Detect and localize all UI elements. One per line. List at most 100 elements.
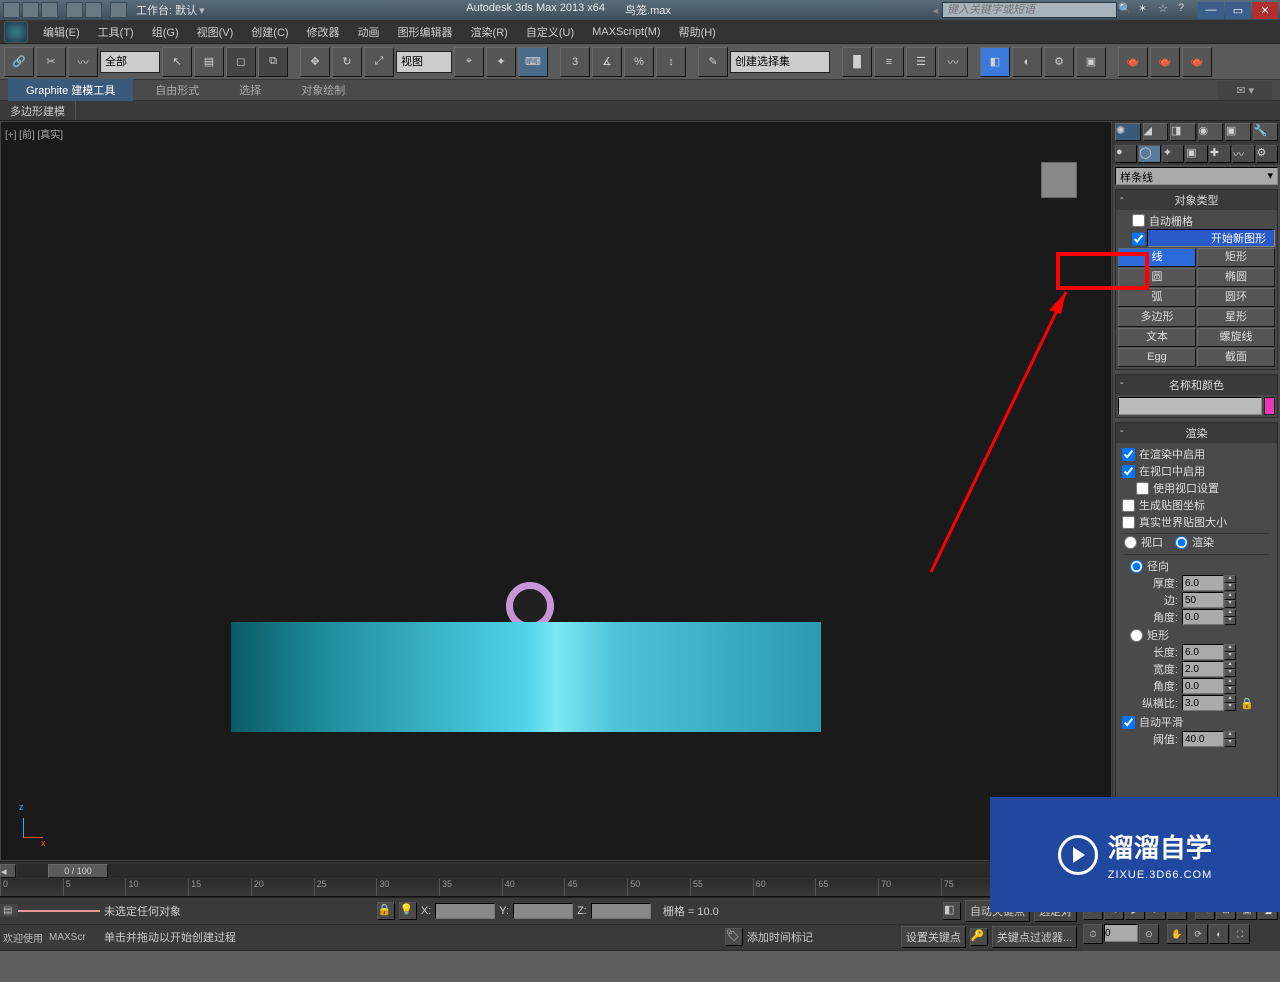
sub-cameras-icon[interactable]: ▣ — [1185, 145, 1207, 163]
sub-systems-icon[interactable]: ⚙ — [1256, 145, 1278, 163]
sub-shapes-icon[interactable]: ◯ — [1138, 145, 1160, 163]
angle2-spinner[interactable]: ▴▾ — [1182, 678, 1238, 694]
ribbon-tab-graphite[interactable]: Graphite 建模工具 — [8, 79, 133, 101]
snap-angle-icon[interactable]: ∡ — [592, 47, 622, 77]
nav-orbit-icon[interactable]: ⟳ — [1188, 924, 1208, 944]
obj-btn-rectangle[interactable]: 矩形 — [1197, 248, 1275, 267]
radio-viewport[interactable] — [1124, 536, 1137, 549]
unlink-icon[interactable]: ✂ — [36, 47, 66, 77]
select-object-icon[interactable]: ↖ — [162, 47, 192, 77]
scene-cylinder-object[interactable] — [231, 622, 821, 732]
menu-tools[interactable]: 工具(T) — [89, 21, 143, 43]
obj-btn-ngon[interactable]: 多边形 — [1118, 308, 1196, 327]
bind-spacewarp-icon[interactable]: 〰 — [68, 47, 98, 77]
obj-btn-circle[interactable]: 圆 — [1118, 268, 1196, 287]
project-icon[interactable] — [110, 2, 127, 18]
menu-customize[interactable]: 自定义(U) — [517, 21, 583, 43]
ribbon-tab-freeform[interactable]: 自由形式 — [137, 79, 217, 101]
thickness-spinner[interactable]: ▴▾ — [1182, 575, 1238, 591]
nav-max-toggle-icon[interactable]: ⛶ — [1230, 924, 1250, 944]
obj-btn-line[interactable]: 线 — [1118, 248, 1196, 267]
real-world-checkbox[interactable] — [1122, 516, 1135, 529]
obj-btn-ellipse[interactable]: 椭圆 — [1197, 268, 1275, 287]
sub-spacewarps-icon[interactable]: 〰 — [1232, 145, 1254, 163]
time-tag-icon[interactable]: 🏷 — [725, 928, 743, 946]
material-editor-icon[interactable]: ◐ — [1012, 47, 1042, 77]
app-logo-icon[interactable] — [4, 21, 28, 43]
schematic-view-icon[interactable]: ◧ — [980, 47, 1010, 77]
undo-icon[interactable] — [66, 2, 83, 18]
tab-utilities-icon[interactable]: 🔧 — [1253, 123, 1279, 141]
keyfilter-button[interactable]: 关键点过滤器... — [992, 926, 1077, 948]
add-time-tag[interactable]: 添加时间标记 — [747, 929, 813, 945]
radio-rectangular[interactable] — [1130, 629, 1143, 642]
ribbon-envelope-icon[interactable]: ✉ ▾ — [1218, 81, 1272, 100]
move-icon[interactable]: ✥ — [300, 47, 330, 77]
object-color-swatch[interactable] — [1264, 397, 1275, 415]
lock-icon[interactable]: 🔒 — [1240, 697, 1254, 710]
select-name-icon[interactable]: ▤ — [194, 47, 224, 77]
render-iterative-icon[interactable]: 🫖 — [1150, 47, 1180, 77]
isolate-icon[interactable]: 💡 — [399, 902, 417, 920]
radio-render[interactable] — [1175, 536, 1188, 549]
x-input[interactable] — [435, 903, 495, 919]
rollout-header-object-type[interactable]: 对象类型 — [1116, 190, 1277, 210]
menu-animation[interactable]: 动画 — [349, 21, 389, 43]
width-spinner[interactable]: ▴▾ — [1182, 661, 1238, 677]
nav-pan-icon[interactable]: ✋ — [1167, 924, 1187, 944]
ribbon-tab-selection[interactable]: 选择 — [221, 79, 279, 101]
tab-modify-icon[interactable]: ◢ — [1143, 123, 1169, 141]
y-input[interactable] — [513, 903, 573, 919]
nav-walk-icon[interactable]: ◐ — [1209, 924, 1229, 944]
obj-btn-star[interactable]: 星形 — [1197, 308, 1275, 327]
tab-motion-icon[interactable]: ◉ — [1198, 123, 1224, 141]
sub-geometry-icon[interactable]: ● — [1115, 145, 1137, 163]
rollout-header-name-color[interactable]: 名称和颜色 — [1116, 375, 1277, 395]
window-maximize-icon[interactable]: ▭ — [1225, 2, 1251, 19]
obj-btn-section[interactable]: 截面 — [1197, 348, 1275, 367]
threshold-spinner[interactable]: ▴▾ — [1182, 731, 1238, 747]
manipulate-icon[interactable]: ✦ — [486, 47, 516, 77]
setkey-button[interactable]: 设置关键点 — [901, 926, 966, 948]
category-dropdown[interactable]: 样条线▾ — [1115, 167, 1278, 185]
gen-mapping-checkbox[interactable] — [1122, 499, 1135, 512]
viewcube-icon[interactable] — [1041, 162, 1077, 198]
menu-edit[interactable]: 编辑(E) — [34, 21, 89, 43]
menu-modifiers[interactable]: 修改器 — [298, 21, 349, 43]
menu-create[interactable]: 创建(C) — [242, 21, 297, 43]
lock-selection-icon[interactable]: 🔒 — [377, 902, 395, 920]
curve-editor-icon[interactable]: 〰 — [938, 47, 968, 77]
keyboard-shortcut-override-icon[interactable]: ⌨ — [518, 47, 548, 77]
menu-maxscript[interactable]: MAXScript(M) — [583, 23, 669, 41]
save-icon[interactable] — [41, 2, 58, 18]
comm-center-icon[interactable]: ✶ — [1138, 2, 1156, 18]
new-shape-checkbox[interactable] — [1132, 231, 1145, 247]
autosmooth-checkbox[interactable] — [1122, 716, 1135, 729]
snap-spinner-icon[interactable]: ↕ — [656, 47, 686, 77]
render-last-icon[interactable]: 🫖 — [1182, 47, 1212, 77]
time-config-icon[interactable]: ⏱ — [1083, 924, 1103, 944]
snap-3-icon[interactable]: 3 — [560, 47, 590, 77]
menu-grapheditors[interactable]: 图形编辑器 — [389, 21, 462, 43]
viewport[interactable]: [+] [前] [真实] z x — [0, 121, 1112, 861]
new-icon[interactable] — [3, 2, 20, 18]
timeslider-prev-icon[interactable]: ◂ — [0, 864, 16, 878]
obj-btn-arc[interactable]: 弧 — [1118, 288, 1196, 307]
viewport-label[interactable]: [+] [前] [真实] — [5, 126, 63, 141]
obj-btn-donut[interactable]: 圆环 — [1197, 288, 1275, 307]
object-name-input[interactable] — [1118, 397, 1262, 415]
ribbon-poly-modeling[interactable]: 多边形建模 — [0, 101, 76, 120]
current-frame-input[interactable] — [1104, 924, 1138, 942]
sub-helpers-icon[interactable]: ✚ — [1209, 145, 1231, 163]
radio-radial[interactable] — [1130, 560, 1143, 573]
start-new-shape-button[interactable]: 开始新图形 — [1147, 229, 1275, 247]
tab-display-icon[interactable]: ▣ — [1225, 123, 1251, 141]
sides-spinner[interactable]: ▴▾ — [1182, 592, 1238, 608]
key-icon[interactable]: 🔑 — [970, 928, 988, 946]
use-vp-settings-checkbox[interactable] — [1136, 482, 1149, 495]
aspect-spinner[interactable]: ▴▾ — [1182, 695, 1238, 711]
timeslider-handle[interactable]: 0 / 100 — [48, 864, 108, 878]
obj-btn-egg[interactable]: Egg — [1118, 348, 1196, 367]
pivot-icon[interactable]: ⌖ — [454, 47, 484, 77]
window-close-icon[interactable]: ✕ — [1252, 2, 1278, 19]
